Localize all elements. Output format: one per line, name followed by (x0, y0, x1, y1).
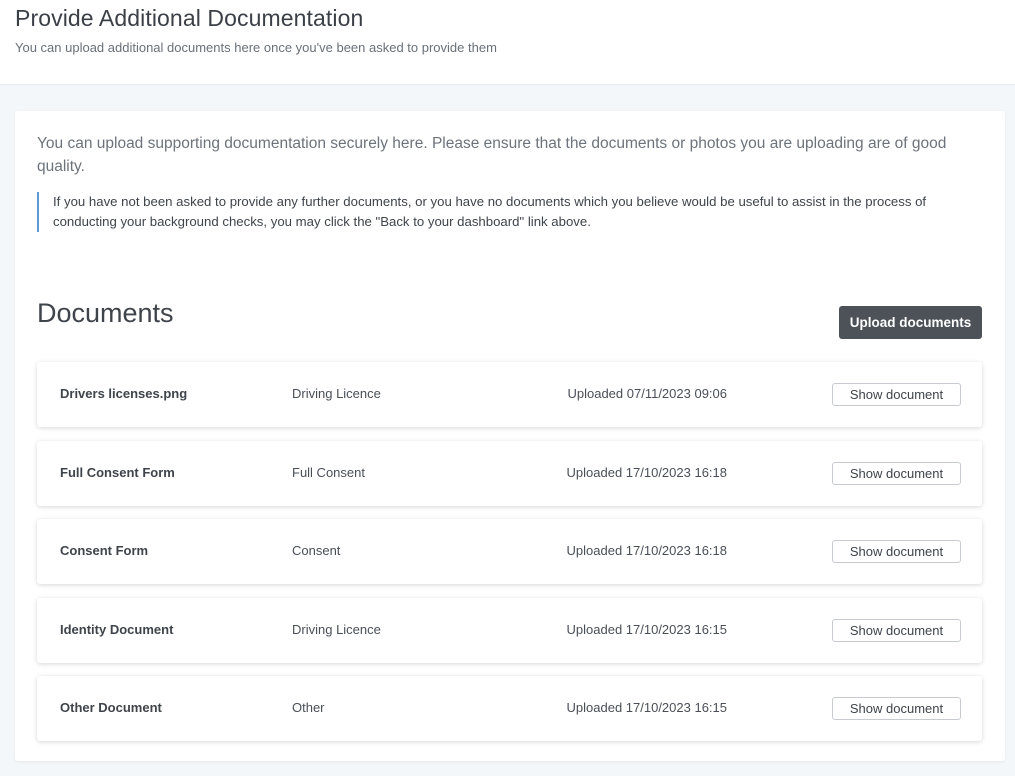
page-header: Provide Additional Documentation You can… (0, 0, 1015, 85)
document-row: Consent Form Consent Uploaded 17/10/2023… (37, 519, 982, 584)
document-type: Other (292, 700, 325, 715)
documents-card: You can upload supporting documentation … (15, 111, 1005, 761)
document-upload-date: Uploaded 17/10/2023 16:15 (566, 700, 727, 715)
page-title: Provide Additional Documentation (15, 5, 364, 31)
document-type: Driving Licence (292, 621, 381, 637)
document-name: Consent Form (60, 543, 149, 558)
show-document-button[interactable]: Show document (832, 618, 961, 642)
document-name: Other Document (60, 700, 162, 715)
show-document-button[interactable]: Show document (832, 697, 961, 720)
document-upload-date: Uploaded 17/10/2023 16:18 (566, 543, 727, 558)
document-name: Full Consent Form (60, 464, 175, 480)
document-row: Drivers licenses.png Driving Licence Upl… (37, 362, 982, 427)
document-list: Drivers licenses.png Driving Licence Upl… (37, 362, 982, 755)
document-upload-date: Uploaded 17/10/2023 16:18 (566, 464, 727, 480)
show-document-button[interactable]: Show document (832, 383, 961, 406)
document-row: Other Document Other Uploaded 17/10/2023… (37, 676, 982, 741)
document-type: Consent (292, 543, 341, 558)
document-row: Full Consent Form Full Consent Uploaded … (37, 440, 982, 506)
document-type: Driving Licence (292, 386, 381, 401)
show-document-button[interactable]: Show document (832, 540, 961, 563)
document-row: Identity Document Driving Licence Upload… (37, 597, 982, 663)
documents-heading: Documents (37, 298, 174, 328)
info-note: If you have not been asked to provide an… (37, 192, 987, 232)
document-type: Full Consent (292, 464, 365, 480)
intro-text: You can upload supporting documentation … (37, 135, 947, 175)
document-name: Identity Document (60, 621, 174, 637)
upload-documents-button[interactable]: Upload documents (839, 306, 982, 339)
document-upload-date: Uploaded 07/11/2023 09:06 (567, 386, 727, 401)
document-upload-date: Uploaded 17/10/2023 16:15 (566, 621, 727, 637)
show-document-button[interactable]: Show document (832, 461, 961, 485)
document-name: Drivers licenses.png (60, 386, 188, 401)
page-subtitle: You can upload additional documents here… (15, 40, 497, 55)
